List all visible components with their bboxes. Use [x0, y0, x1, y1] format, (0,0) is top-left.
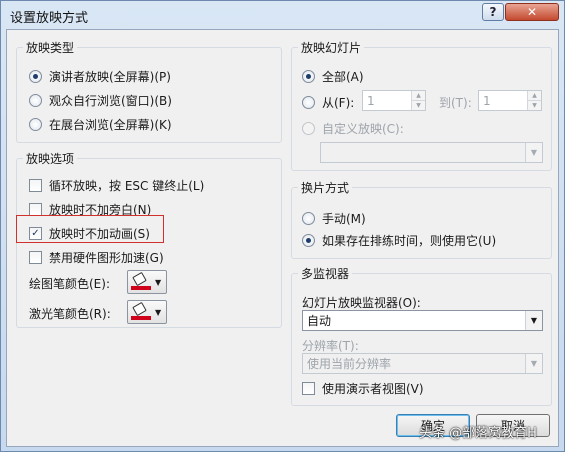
radio-from-slide-indicator[interactable] — [302, 96, 315, 109]
pen-color-swatch — [131, 286, 151, 290]
radio-kiosk-label: 在展台浏览(全屏幕)(K) — [49, 118, 172, 132]
watermark-text: 头条 @部落窝教育H — [419, 426, 537, 441]
chevron-down-icon[interactable]: ▼ — [525, 354, 542, 373]
close-icon: ✕ — [526, 5, 538, 19]
custom-show-select[interactable]: ▼ — [320, 142, 543, 163]
monitor-value: 自动 — [307, 314, 332, 328]
checkbox-loop[interactable]: 循环放映，按 ESC 键终止(L) — [29, 177, 204, 194]
spin-down-icon[interactable]: ▼ — [412, 100, 425, 110]
chevron-down-icon[interactable]: ▼ — [525, 311, 542, 330]
from-slide-value: 1 — [367, 93, 375, 108]
checkbox-loop-label: 循环放映，按 ESC 键终止(L) — [49, 179, 205, 193]
checkbox-hw-accel-box[interactable] — [29, 251, 42, 264]
radio-manual[interactable]: 手动(M) — [302, 210, 366, 227]
pen-color-label: 绘图笔颜色(E): — [29, 277, 110, 291]
radio-manual-label: 手动(M) — [322, 212, 366, 226]
pen-color-button[interactable]: ▼ — [127, 270, 167, 294]
laser-color-button[interactable]: ▼ — [127, 300, 167, 324]
radio-presenter-indicator[interactable] — [29, 70, 42, 83]
show-options-group: 放映选项 循环放映，按 ESC 键终止(L) 放映时不加旁白(N) ✓ 放映时不… — [16, 150, 282, 328]
to-slide-spinner[interactable]: 1 ▲ ▼ — [478, 90, 542, 111]
to-slide-value: 1 — [483, 93, 491, 108]
radio-presenter[interactable]: 演讲者放映(全屏幕)(P) — [29, 68, 171, 85]
radio-use-timings-label: 如果存在排练时间，则使用它(U) — [322, 234, 497, 248]
radio-manual-indicator[interactable] — [302, 212, 315, 225]
radio-browse-window[interactable]: 观众自行浏览(窗口)(B) — [29, 92, 172, 109]
radio-all-slides-label: 全部(A) — [322, 70, 364, 84]
radio-from-slide[interactable]: 从(F): — [302, 94, 354, 111]
radio-use-timings[interactable]: 如果存在排练时间，则使用它(U) — [302, 232, 496, 249]
monitor-select[interactable]: 自动 ▼ — [302, 310, 543, 331]
resolution-value: 使用当前分辨率 — [307, 357, 392, 371]
checkbox-presenter-view-label: 使用演示者视图(V) — [322, 382, 424, 396]
spin-down-icon[interactable]: ▼ — [528, 100, 541, 110]
radio-browse-window-indicator[interactable] — [29, 94, 42, 107]
to-slide-label: 到(T): — [439, 96, 472, 110]
dialog-title: 设置放映方式 — [10, 11, 89, 26]
resolution-select[interactable]: 使用当前分辨率 ▼ — [302, 353, 543, 374]
monitor-label: 幻灯片放映监视器(O): — [302, 296, 421, 310]
checkbox-hw-accel[interactable]: 禁用硬件图形加速(G) — [29, 249, 164, 266]
help-icon: ? — [489, 5, 497, 19]
radio-custom-show[interactable]: 自定义放映(C): — [302, 120, 404, 137]
radio-from-slide-label: 从(F): — [322, 96, 355, 110]
radio-browse-window-label: 观众自行浏览(窗口)(B) — [49, 94, 172, 108]
chevron-down-icon[interactable]: ▼ — [525, 143, 542, 162]
close-button[interactable]: ✕ — [505, 3, 559, 21]
radio-kiosk-indicator[interactable] — [29, 118, 42, 131]
radio-custom-show-label: 自定义放映(C): — [322, 122, 404, 136]
advance-title: 换片方式 — [298, 179, 353, 196]
radio-presenter-label: 演讲者放映(全屏幕)(P) — [49, 70, 171, 84]
checkbox-presenter-view-box[interactable] — [302, 382, 315, 395]
chevron-down-icon: ▼ — [155, 277, 162, 287]
show-options-title: 放映选项 — [23, 150, 78, 167]
checkbox-loop-box[interactable] — [29, 179, 42, 192]
show-type-title: 放映类型 — [23, 39, 78, 56]
checkbox-presenter-view[interactable]: 使用演示者视图(V) — [302, 380, 424, 397]
radio-use-timings-indicator[interactable] — [302, 234, 315, 247]
monitors-title: 多监视器 — [298, 265, 353, 282]
show-type-group: 放映类型 演讲者放映(全屏幕)(P) 观众自行浏览(窗口)(B) 在展台浏览(全… — [16, 39, 282, 143]
radio-kiosk[interactable]: 在展台浏览(全屏幕)(K) — [29, 116, 172, 133]
dialog-window: 设置放映方式 ? ✕ 放映类型 演讲者放映(全屏幕)(P) 观众自行浏览(窗口)… — [0, 0, 565, 452]
spin-up-icon[interactable]: ▲ — [528, 91, 541, 100]
paint-bucket-icon — [131, 301, 151, 322]
radio-all-slides-indicator[interactable] — [302, 70, 315, 83]
resolution-label: 分辨率(T): — [302, 339, 359, 353]
from-slide-spinner[interactable]: 1 ▲ ▼ — [362, 90, 426, 111]
show-slides-title: 放映幻灯片 — [298, 39, 365, 56]
title-bar: 设置放映方式 ? ✕ — [1, 1, 564, 29]
laser-color-swatch — [131, 316, 151, 320]
checkbox-hw-accel-label: 禁用硬件图形加速(G) — [49, 251, 164, 265]
help-button[interactable]: ? — [482, 3, 504, 21]
radio-custom-show-indicator[interactable] — [302, 122, 315, 135]
dialog-client: 放映类型 演讲者放映(全屏幕)(P) 观众自行浏览(窗口)(B) 在展台浏览(全… — [6, 29, 559, 447]
laser-color-label: 激光笔颜色(R): — [29, 307, 111, 321]
advance-group: 换片方式 手动(M) 如果存在排练时间，则使用它(U) — [291, 179, 552, 259]
paint-bucket-icon — [131, 271, 151, 292]
chevron-down-icon: ▼ — [155, 307, 162, 317]
show-slides-group: 放映幻灯片 全部(A) 从(F): 1 ▲ ▼ 到(T): 1 ▲ ▼ 自定义放映(… — [291, 39, 552, 171]
monitors-group: 多监视器 幻灯片放映监视器(O): 自动 ▼ 分辨率(T): 使用当前分辨率 ▼… — [291, 265, 552, 406]
spin-up-icon[interactable]: ▲ — [412, 91, 425, 100]
annotation-highlight-box — [16, 215, 164, 243]
radio-all-slides[interactable]: 全部(A) — [302, 68, 364, 85]
